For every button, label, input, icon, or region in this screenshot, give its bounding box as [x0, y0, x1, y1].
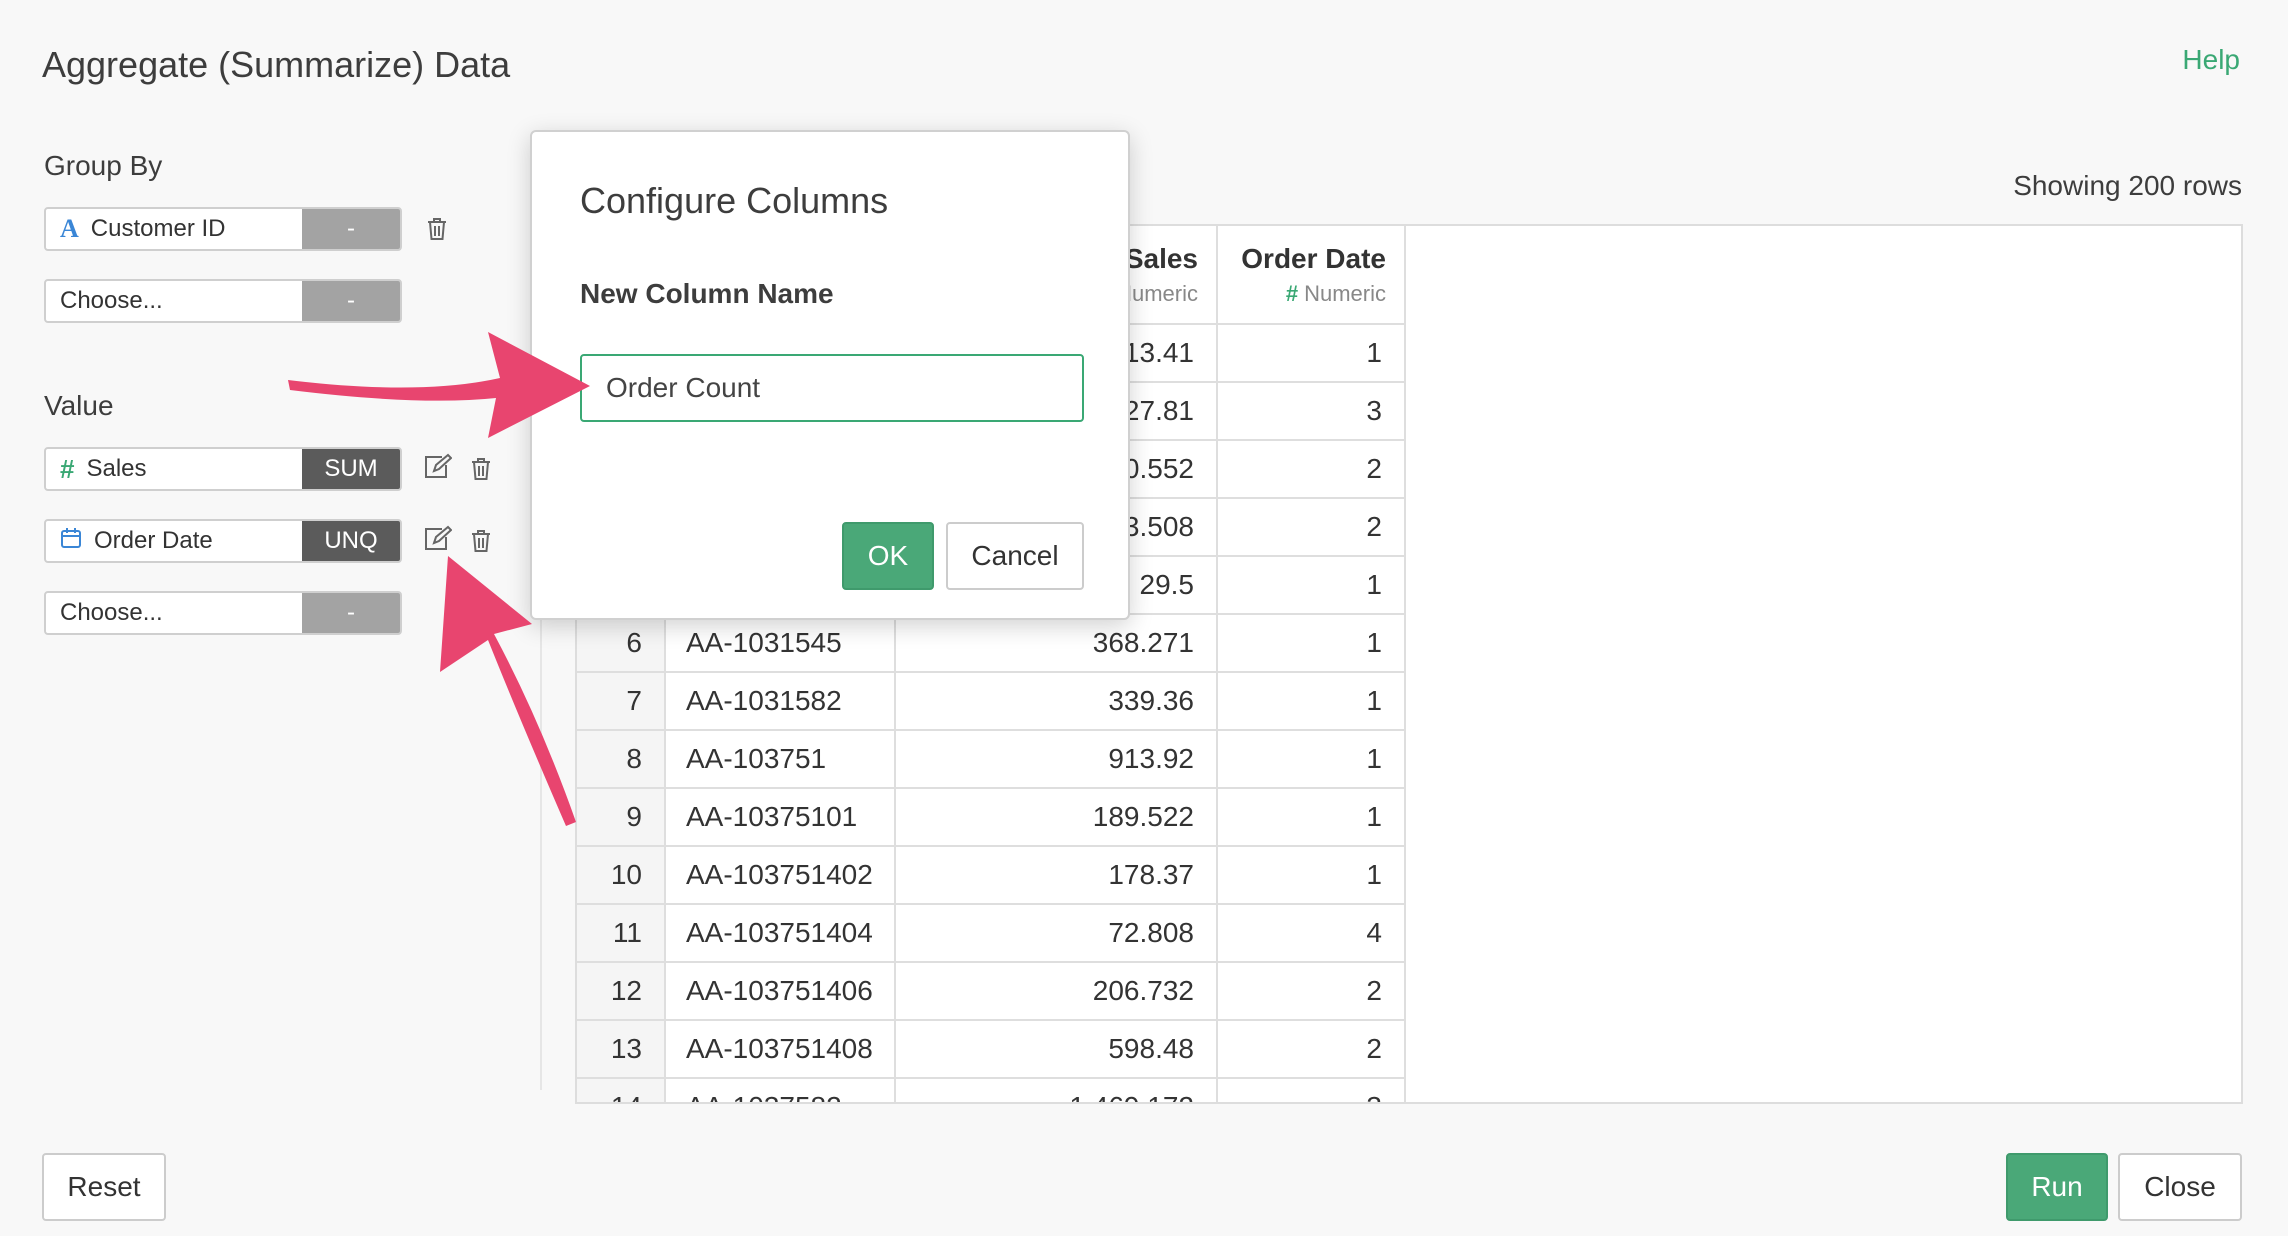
sales-cell: 189.522 [895, 788, 1218, 847]
trash-icon[interactable] [420, 212, 454, 246]
customer-id-cell: AA-103751404 [665, 904, 896, 963]
value-label: Value [44, 390, 114, 421]
row-index: 6 [577, 614, 666, 673]
order-date-cell: 1 [1217, 672, 1406, 731]
picker-label: Choose... [60, 599, 163, 626]
picker-label: Customer ID [90, 215, 226, 242]
order-date-cell: 1 [1217, 556, 1406, 615]
dialog-title: Configure Columns [580, 180, 889, 221]
ok-button[interactable]: OK [842, 522, 934, 590]
customer-id-cell: AA-1031545 [665, 614, 896, 673]
table-row: 6 AA-1031545 368.271 1 [577, 614, 1406, 673]
page-title: Aggregate (Summarize) Data [42, 44, 511, 85]
table-row: 13 AA-103751408 598.48 2 [577, 1020, 1406, 1079]
value-picker-choose[interactable]: Choose... - [44, 591, 402, 635]
order-date-cell: 2 [1217, 498, 1406, 557]
function-selector[interactable]: - [302, 593, 400, 633]
table-row: 14AA-10375821,469.1723 [577, 1078, 1406, 1102]
numeric-type-icon: # [1285, 280, 1299, 306]
table-row: 11 AA-103751404 72.808 4 [577, 904, 1406, 963]
header-order-date[interactable]: Order Date # Numeric [1217, 226, 1406, 325]
group-by-picker-customer-id[interactable]: A Customer ID - [44, 207, 402, 251]
function-selector[interactable]: - [302, 209, 400, 249]
sales-cell: 913.92 [895, 730, 1218, 789]
help-link[interactable]: Help [2182, 44, 2240, 76]
row-index: 12 [577, 962, 666, 1021]
row-index: 10 [577, 846, 666, 905]
row-index: 8 [577, 730, 666, 789]
run-button[interactable]: Run [2006, 1153, 2108, 1221]
group-by-picker-choose[interactable]: Choose... - [44, 279, 402, 323]
customer-id-cell: AA-103751408 [665, 1020, 896, 1079]
sales-cell: 206.732 [895, 962, 1218, 1021]
picker-label: Order Date [94, 527, 213, 554]
order-date-cell: 1 [1217, 788, 1406, 847]
sales-cell: 368.271 [895, 614, 1218, 673]
sales-cell: 598.48 [895, 1020, 1218, 1079]
new-column-name-input[interactable] [580, 354, 1084, 422]
function-selector[interactable]: SUM [302, 449, 400, 489]
text-type-icon: A [60, 214, 79, 243]
table-row: 8 AA-103751 913.92 1 [577, 730, 1406, 789]
row-index: 14 [577, 1078, 666, 1102]
customer-id-cell: AA-103751406 [665, 962, 896, 1021]
column-name: Order Date [1241, 242, 1386, 274]
order-date-cell: 3 [1217, 382, 1406, 441]
order-date-cell: 2 [1217, 962, 1406, 1021]
customer-id-cell: AA-1037582 [665, 1078, 896, 1102]
order-date-cell: 2 [1217, 1020, 1406, 1079]
row-index: 9 [577, 788, 666, 847]
group-by-label: Group By [44, 150, 163, 181]
customer-id-cell: AA-103751 [665, 730, 896, 789]
value-picker-order-date[interactable]: Order Date UNQ [44, 519, 402, 563]
order-date-cell: 4 [1217, 904, 1406, 963]
cancel-button[interactable]: Cancel [946, 522, 1084, 590]
close-button[interactable]: Close [2118, 1153, 2242, 1221]
order-date-cell: 1 [1217, 324, 1406, 383]
sales-cell: 339.36 [895, 672, 1218, 731]
customer-id-cell: AA-103751402 [665, 846, 896, 905]
table-row: 9 AA-10375101 189.522 1 [577, 788, 1406, 847]
table-row: 12 AA-103751406 206.732 2 [577, 962, 1406, 1021]
new-column-name-label: New Column Name [580, 278, 834, 309]
trash-icon[interactable] [464, 524, 498, 558]
numeric-type-icon: # [60, 453, 75, 484]
order-date-cell: 1 [1217, 846, 1406, 905]
row-index: 7 [577, 672, 666, 731]
sales-cell: 178.37 [895, 846, 1218, 905]
sales-cell: 1,469.172 [895, 1078, 1218, 1102]
picker-label: Choose... [60, 287, 163, 314]
configure-columns-dialog: Configure Columns New Column Name OK Can… [530, 130, 1130, 620]
function-selector[interactable]: UNQ [302, 521, 400, 561]
edit-icon[interactable] [420, 522, 454, 556]
picker-label: Sales [86, 455, 147, 482]
row-index: 13 [577, 1020, 666, 1079]
order-date-cell: 1 [1217, 730, 1406, 789]
calendar-icon [60, 527, 82, 556]
customer-id-cell: AA-10375101 [665, 788, 896, 847]
table-row: 7 AA-1031582 339.36 1 [577, 672, 1406, 731]
trash-icon[interactable] [464, 452, 498, 486]
row-count: Showing 200 rows [2013, 170, 2242, 201]
customer-id-cell: AA-1031582 [665, 672, 896, 731]
order-date-cell: 1 [1217, 614, 1406, 673]
table-row: 10 AA-103751402 178.37 1 [577, 846, 1406, 905]
value-picker-sales[interactable]: # Sales SUM [44, 447, 402, 491]
row-index: 11 [577, 904, 666, 963]
column-name: Sales [1124, 242, 1198, 274]
reset-button[interactable]: Reset [42, 1153, 166, 1221]
order-date-cell: 3 [1217, 1078, 1406, 1102]
column-type: Numeric [1304, 280, 1386, 306]
order-date-cell: 2 [1217, 440, 1406, 499]
sales-cell: 72.808 [895, 904, 1218, 963]
edit-icon[interactable] [420, 450, 454, 484]
function-selector[interactable]: - [302, 281, 400, 321]
